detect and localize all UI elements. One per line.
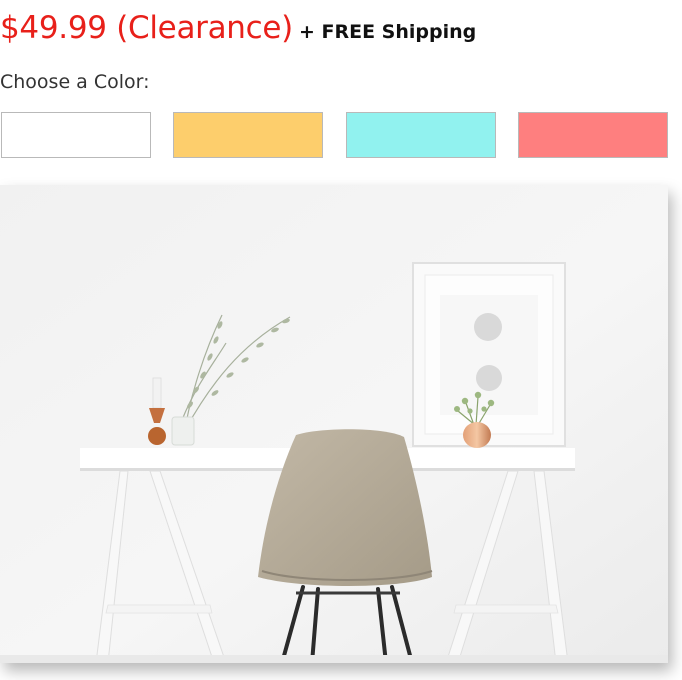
product-photo xyxy=(0,185,668,663)
color-swatch-yellow[interactable] xyxy=(173,112,323,158)
product-panel: $49.99 (Clearance) + FREE Shipping Choos… xyxy=(0,0,682,680)
glass-vase xyxy=(171,416,195,446)
price-text: $49.99 (Clearance) xyxy=(0,10,293,46)
color-picker-label: Choose a Color: xyxy=(0,71,150,93)
color-swatch-coral[interactable] xyxy=(518,112,668,158)
picture-frame xyxy=(412,262,566,447)
color-swatch-list xyxy=(1,112,668,158)
price-line: $49.99 (Clearance) + FREE Shipping xyxy=(0,10,476,46)
desk-scene-image xyxy=(0,185,668,663)
color-swatch-aqua[interactable] xyxy=(346,112,496,158)
color-swatch-white[interactable] xyxy=(1,112,151,158)
shipping-text: + FREE Shipping xyxy=(298,21,477,43)
